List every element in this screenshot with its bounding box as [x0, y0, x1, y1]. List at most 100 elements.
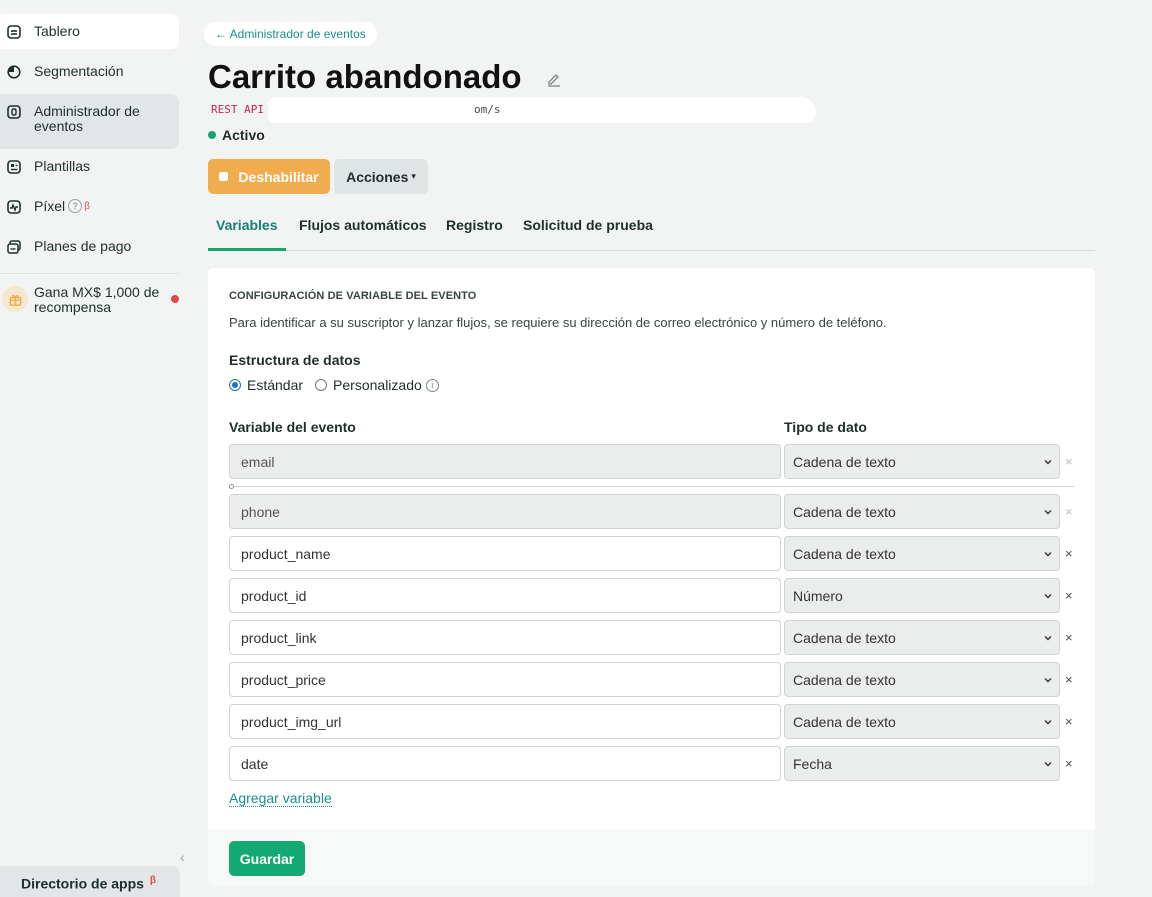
sidebar-item-pixel[interactable]: Píxel ? β	[0, 189, 179, 224]
back-to-event-manager-link[interactable]: ← Administrador de eventos	[204, 22, 377, 46]
caret-down-icon: ▾	[411, 171, 416, 181]
remove-row-icon: ×	[1065, 504, 1073, 519]
variable-input-product-price[interactable]: product_price	[229, 662, 781, 697]
remove-row-icon[interactable]: ×	[1065, 756, 1073, 771]
variable-input-email: email	[229, 444, 781, 479]
type-select-date[interactable]: Fecha	[784, 746, 1060, 781]
segment-pie-icon	[7, 65, 21, 79]
beta-badge: β	[84, 201, 90, 212]
app-directory-label: Directorio de apps	[21, 875, 144, 892]
remove-row-icon[interactable]: ×	[1065, 630, 1073, 645]
disable-button[interactable]: Deshabilitar	[208, 159, 330, 194]
payment-plans-icon	[7, 240, 21, 254]
variable-input-product-id[interactable]: product_id	[229, 578, 781, 613]
chevron-down-icon	[1044, 720, 1052, 725]
section-description: Para identificar a su suscriptor y lanza…	[229, 315, 887, 330]
data-structure-label: Estructura de datos	[229, 352, 361, 368]
variable-input-product-img-url[interactable]: product_img_url	[229, 704, 781, 739]
chevron-down-icon	[1044, 552, 1052, 557]
type-select-product-img-url[interactable]: Cadena de texto	[784, 704, 1060, 739]
event-manager-icon	[7, 105, 21, 119]
type-select-email[interactable]: Cadena de texto	[784, 444, 1060, 479]
collapse-sidebar-icon[interactable]: ‹	[180, 849, 185, 865]
tab-bar: Variables Flujos automáticos Registro So…	[208, 208, 1095, 251]
actions-dropdown-button[interactable]: Acciones ▾	[334, 159, 428, 194]
sidebar-item-label: Administrador de eventos	[34, 103, 140, 134]
remove-row-icon[interactable]: ×	[1065, 588, 1073, 603]
sidebar-item-label: Tablero	[34, 23, 80, 39]
variable-input-product-name[interactable]: product_name	[229, 536, 781, 571]
status-dot	[208, 131, 216, 139]
templates-icon	[7, 160, 21, 174]
notification-dot	[171, 295, 179, 303]
type-select-value: Cadena de texto	[793, 630, 896, 646]
sidebar-item-label: Segmentación	[34, 63, 124, 79]
add-variable-link[interactable]: Agregar variable	[229, 790, 332, 807]
api-url-fragment: om/s	[474, 103, 501, 116]
sidebar-item-segmentacion[interactable]: Segmentación	[0, 54, 179, 89]
type-select-value: Cadena de texto	[793, 714, 896, 730]
chevron-down-icon	[1044, 594, 1052, 599]
remove-row-icon[interactable]: ×	[1065, 546, 1073, 561]
sidebar-divider	[0, 273, 179, 274]
sidebar-item-reward[interactable]: Gana MX$ 1,000 de recompensa	[0, 282, 179, 315]
info-icon[interactable]: i	[425, 378, 439, 392]
remove-row-icon[interactable]: ×	[1065, 672, 1073, 687]
help-icon[interactable]: ?	[68, 199, 83, 213]
type-select-product-link[interactable]: Cadena de texto	[784, 620, 1060, 655]
page-title: Carrito abandonado	[208, 58, 522, 95]
disable-label: Deshabilitar	[238, 168, 319, 185]
type-select-product-price[interactable]: Cadena de texto	[784, 662, 1060, 697]
radio-standard-label[interactable]: Estándar	[247, 377, 303, 393]
sidebar-item-label: Planes de pago	[34, 238, 132, 254]
beta-badge: β	[149, 875, 156, 886]
variable-input-date[interactable]: date	[229, 746, 781, 781]
card-footer	[208, 829, 1095, 886]
required-divider	[229, 486, 1074, 487]
radio-standard[interactable]	[229, 379, 241, 391]
sidebar-item-label: Plantillas	[34, 158, 91, 174]
save-button[interactable]: Guardar	[229, 841, 305, 876]
chevron-down-icon	[1044, 510, 1052, 515]
sidebar-item-planes-de-pago[interactable]: Planes de pago	[0, 229, 179, 264]
drag-handle-icon	[229, 484, 234, 489]
gift-icon	[2, 286, 28, 312]
sidebar-item-tablero[interactable]: Tablero	[0, 14, 179, 49]
chevron-down-icon	[1044, 678, 1052, 683]
radio-custom-label[interactable]: Personalizado	[333, 377, 422, 393]
column-header-type: Tipo de dato	[784, 419, 867, 435]
api-endpoint: REST API	[211, 103, 264, 116]
pixel-icon	[7, 200, 21, 214]
section-heading: CONFIGURACIÓN DE VARIABLE DEL EVENTO	[229, 290, 477, 302]
type-select-value: Fecha	[793, 756, 832, 772]
dashboard-icon	[7, 25, 21, 39]
status-indicator: Activo	[208, 127, 265, 143]
sidebar-item-administrador-de-eventos[interactable]: Administrador de eventos	[0, 94, 179, 149]
reward-label: Gana MX$ 1,000 de recompensa	[34, 284, 160, 315]
column-header-variable: Variable del evento	[229, 419, 356, 435]
tab-solicitud-de-prueba[interactable]: Solicitud de prueba	[523, 208, 653, 250]
tab-variables[interactable]: Variables	[208, 208, 286, 251]
sidebar-item-plantillas[interactable]: Plantillas	[0, 149, 179, 184]
type-select-phone[interactable]: Cadena de texto	[784, 494, 1060, 529]
variable-input-product-link[interactable]: product_link	[229, 620, 781, 655]
actions-label: Acciones	[346, 168, 409, 185]
variable-input-phone: phone	[229, 494, 781, 529]
data-structure-radio-group: Estándar Personalizado i	[229, 377, 439, 393]
sidebar: Tablero Segmentación Administrador de ev…	[0, 0, 185, 897]
remove-row-icon[interactable]: ×	[1065, 714, 1073, 729]
radio-custom[interactable]	[315, 379, 328, 391]
chevron-down-icon	[1044, 460, 1052, 465]
tab-flujos-automaticos[interactable]: Flujos automáticos	[299, 208, 427, 250]
tab-registro[interactable]: Registro	[446, 208, 503, 250]
type-select-value: Cadena de texto	[793, 504, 896, 520]
chevron-down-icon	[1044, 762, 1052, 767]
type-select-value: Cadena de texto	[793, 546, 896, 562]
type-select-product-id[interactable]: Número	[784, 578, 1060, 613]
type-select-product-name[interactable]: Cadena de texto	[784, 536, 1060, 571]
remove-row-icon: ×	[1065, 454, 1073, 469]
type-select-value: Número	[793, 588, 843, 604]
stop-icon	[219, 172, 229, 181]
app-directory-button[interactable]: Directorio de apps β	[0, 866, 180, 897]
edit-pencil-icon[interactable]	[546, 71, 562, 90]
